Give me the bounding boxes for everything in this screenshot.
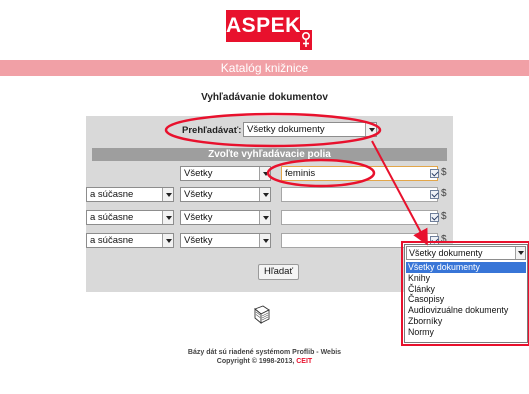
truncation-checkbox-2[interactable] [430, 190, 439, 199]
chevron-down-icon[interactable] [162, 234, 173, 247]
dropdown-option[interactable]: Články [406, 284, 526, 295]
field-select-3[interactable]: Všetky [180, 210, 271, 225]
browse-label: Prehľadávať: [182, 125, 242, 136]
field-select-2[interactable]: Všetky [180, 187, 271, 202]
truncation-checkbox-3[interactable] [430, 213, 439, 222]
aspekt-logo[interactable]: ASPEKT [226, 10, 314, 50]
truncation-symbol: $ [441, 188, 447, 199]
chevron-down-icon[interactable] [259, 167, 270, 180]
copyright-text: Copyright © 1998-2013, [216, 358, 297, 365]
field-select-value: Všetky [184, 212, 213, 223]
truncation-symbol: $ [441, 211, 447, 222]
search-term-input-3[interactable] [281, 210, 438, 225]
chevron-down-icon[interactable] [259, 188, 270, 201]
operator-select-4[interactable]: a súčasne [86, 233, 174, 248]
dropdown-select[interactable]: Všetky dokumenty [406, 246, 526, 260]
operator-value: a súčasne [90, 212, 134, 223]
section-title: Zvoľte vyhľadávacie polia [92, 148, 447, 161]
chevron-down-icon[interactable] [162, 211, 173, 224]
field-select-4[interactable]: Všetky [180, 233, 271, 248]
chevron-down-icon[interactable] [259, 234, 270, 247]
operator-select-3[interactable]: a súčasne [86, 210, 174, 225]
chevron-down-icon[interactable] [515, 247, 525, 259]
dropdown-option[interactable]: Knihy [406, 273, 526, 284]
dropdown-selected-value: Všetky dokumenty [409, 248, 483, 258]
gender-symbol-icon [300, 30, 312, 50]
footer-copyright: Copyright © 1998-2013, CEIT [0, 357, 529, 366]
search-button[interactable]: Hľadať [258, 264, 299, 280]
operator-value: a súčasne [90, 235, 134, 246]
field-select-value: Všetky [184, 168, 213, 179]
document-type-value: Všetky dokumenty [247, 124, 325, 135]
footer: Bázy dát sú riadené systémom Proflib - W… [0, 348, 529, 366]
field-select-value: Všetky [184, 189, 213, 200]
field-select-value: Všetky [184, 235, 213, 246]
document-type-select[interactable]: Všetky dokumenty [243, 122, 377, 137]
dropdown-options: Všetky dokumenty Knihy Články Časopisy Audio… [406, 262, 526, 338]
catalog-banner: Katalóg knižnice [0, 60, 529, 76]
dropdown-option[interactable]: Normy [406, 327, 526, 338]
book-pen-icon[interactable] [252, 304, 272, 326]
footer-system-text: Bázy dát sú riadené systémom Proflib - W… [187, 349, 342, 356]
field-select-1[interactable]: Všetky [180, 166, 271, 181]
chevron-down-icon[interactable] [162, 188, 173, 201]
search-panel: Prehľadávať: Všetky dokumenty Zvoľte vyh… [86, 116, 453, 292]
truncation-checkbox-1[interactable] [430, 169, 439, 178]
truncation-symbol: $ [441, 167, 447, 178]
ceit-link[interactable]: CEIT [296, 358, 312, 365]
dropdown-option[interactable]: Audiovizuálne dokumenty [406, 305, 526, 316]
operator-value: a súčasne [90, 189, 134, 200]
chevron-down-icon[interactable] [259, 211, 270, 224]
operator-select-2[interactable]: a súčasne [86, 187, 174, 202]
chevron-down-icon[interactable] [365, 123, 376, 136]
logo-text: ASPEKT [226, 10, 314, 42]
dropdown-option[interactable]: Zborníky [406, 316, 526, 327]
page-title: Vyhľadávanie dokumentov [201, 92, 328, 103]
dropdown-option[interactable]: Všetky dokumenty [406, 262, 526, 273]
search-term-input-1[interactable]: feminis [281, 166, 438, 181]
dropdown-option[interactable]: Časopisy [406, 294, 526, 305]
search-term-input-2[interactable] [281, 187, 438, 202]
document-type-dropdown[interactable]: Všetky dokumenty Všetky dokumenty Knihy Čl… [404, 244, 528, 343]
